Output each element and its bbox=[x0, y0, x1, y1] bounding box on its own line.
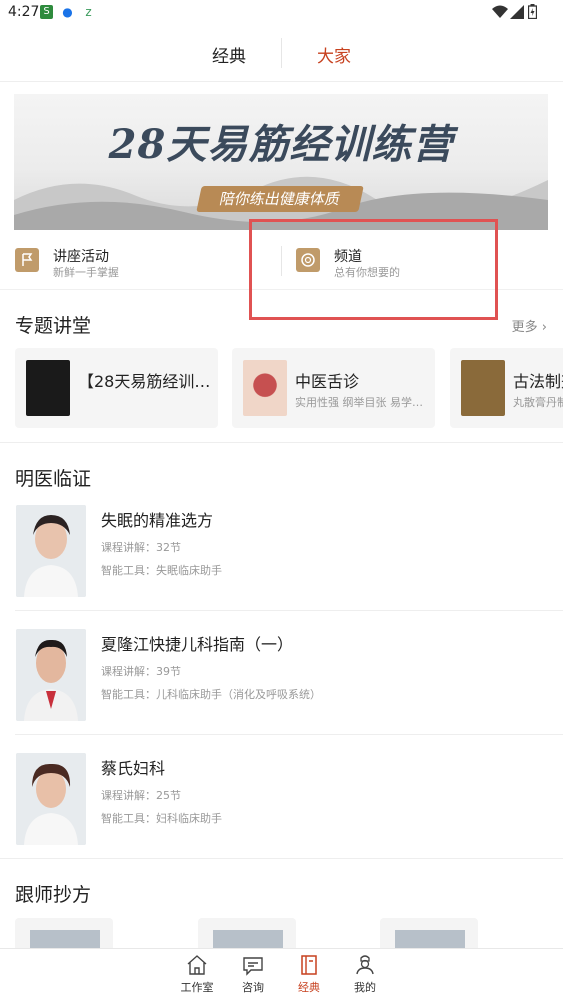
topic-card[interactable]: 【28天易筋经训… bbox=[15, 348, 218, 428]
status-time: 4:27 bbox=[8, 4, 40, 20]
tab-studio[interactable]: 工作室 bbox=[172, 953, 222, 995]
course-title: 失眠的精准选方 bbox=[101, 511, 214, 530]
z-notification-icon: z bbox=[85, 5, 92, 19]
teacher-card[interactable] bbox=[198, 918, 296, 950]
doctor-course-item[interactable]: 夏隆江快捷儿科指南（一） 课程讲解：39节 智能工具：儿科临床助手（消化及呼吸系… bbox=[0, 611, 563, 735]
tab-classic[interactable]: 经典 bbox=[212, 42, 246, 67]
home-icon bbox=[187, 955, 207, 975]
tab-consult[interactable]: 咨询 bbox=[228, 953, 278, 995]
more-label: 更多 bbox=[511, 320, 538, 335]
topic-card-subtitle: 丸散膏丹制 bbox=[513, 396, 563, 409]
teacher-cards bbox=[15, 918, 563, 950]
course-title: 蔡氏妇科 bbox=[101, 759, 166, 778]
entry-lectures[interactable]: 讲座活动 新鲜一手掌握 bbox=[15, 246, 255, 279]
topic-thumbnail bbox=[461, 360, 505, 416]
course-tool: 智能工具：妇科临床助手 bbox=[101, 812, 222, 825]
banner-title: 28天易筋经训练营 bbox=[108, 121, 454, 168]
tab-mine-label: 我的 bbox=[354, 981, 376, 994]
signal-icon bbox=[510, 5, 524, 19]
course-lessons: 课程讲解：39节 bbox=[101, 665, 181, 678]
section-divider bbox=[0, 442, 563, 443]
tab-experts[interactable]: 大家 bbox=[317, 42, 351, 67]
topic-card[interactable]: 古法制剂 丸散膏丹制 bbox=[450, 348, 563, 428]
topic-thumbnail bbox=[243, 360, 287, 416]
topics-section-title: 专题讲堂 bbox=[15, 315, 92, 337]
entry-lectures-title: 讲座活动 bbox=[53, 249, 109, 265]
bottom-tab-bar: 工作室 咨询 经典 我的 bbox=[0, 948, 563, 1001]
paw-notification-icon: ● bbox=[62, 5, 73, 19]
highlight-box bbox=[249, 219, 498, 320]
banner-subtitle: 陪你练出健康体质 bbox=[196, 186, 364, 212]
topic-card-subtitle: 实用性强 纲举目张 易学… bbox=[295, 396, 423, 409]
tab-classic-bottom[interactable]: 经典 bbox=[284, 953, 334, 995]
topic-card[interactable]: 中医舌诊 实用性强 纲举目张 易学… bbox=[232, 348, 435, 428]
tab-studio-label: 工作室 bbox=[180, 981, 214, 994]
doctor-photo bbox=[16, 753, 86, 845]
doctor-course-item[interactable]: 蔡氏妇科 课程讲解：25节 智能工具：妇科临床助手 bbox=[0, 735, 563, 859]
teacher-card[interactable] bbox=[380, 918, 478, 950]
course-lessons: 课程讲解：25节 bbox=[101, 789, 181, 802]
follow-section-title: 跟师抄方 bbox=[15, 884, 92, 906]
user-icon bbox=[356, 955, 374, 975]
course-title: 夏隆江快捷儿科指南（一） bbox=[101, 635, 294, 654]
doctor-photo bbox=[16, 505, 86, 597]
doctor-course-item[interactable]: 失眠的精准选方 课程讲解：32节 智能工具：失眠临床助手 bbox=[0, 487, 563, 611]
app-notification-icon: S bbox=[40, 5, 53, 19]
section-divider bbox=[0, 858, 563, 859]
top-nav: 经典 大家 bbox=[0, 26, 563, 82]
tab-consult-label: 咨询 bbox=[242, 981, 264, 994]
topic-card-title: 古法制剂 bbox=[513, 372, 563, 391]
topic-cards: 【28天易筋经训… 中医舌诊 实用性强 纲举目张 易学… 古法制剂 丸散膏丹制 bbox=[15, 348, 563, 428]
topic-card-title: 【28天易筋经训… bbox=[78, 372, 211, 391]
battery-icon bbox=[528, 4, 537, 19]
course-lessons: 课程讲解：32节 bbox=[101, 541, 181, 554]
tab-divider bbox=[281, 38, 282, 68]
doctor-photo bbox=[16, 629, 86, 721]
status-bar: 4:27 S ● z bbox=[0, 0, 563, 26]
course-tool: 智能工具：失眠临床助手 bbox=[101, 564, 222, 577]
tab-mine[interactable]: 我的 bbox=[340, 953, 390, 995]
teacher-photo bbox=[213, 930, 283, 950]
chat-icon bbox=[243, 957, 263, 976]
teacher-photo bbox=[395, 930, 465, 950]
topic-card-title: 中医舌诊 bbox=[295, 372, 360, 391]
promo-banner[interactable]: 28天易筋经训练营 陪你练出健康体质 bbox=[14, 94, 548, 230]
tab-classic-label: 经典 bbox=[298, 981, 320, 994]
teacher-card[interactable] bbox=[15, 918, 113, 950]
topic-thumbnail bbox=[26, 360, 70, 416]
more-link[interactable]: 更多 › bbox=[512, 316, 547, 335]
entry-lectures-subtitle: 新鲜一手掌握 bbox=[53, 266, 119, 279]
wifi-icon bbox=[492, 5, 508, 18]
flag-icon bbox=[15, 248, 39, 272]
book-icon bbox=[301, 955, 317, 975]
teacher-photo bbox=[30, 930, 100, 950]
course-tool: 智能工具：儿科临床助手（消化及呼吸系统） bbox=[101, 688, 321, 701]
